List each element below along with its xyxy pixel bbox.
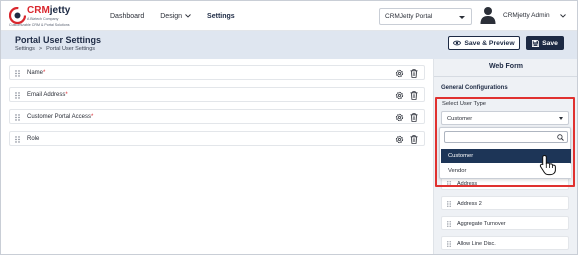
save-button-label: Save bbox=[542, 39, 558, 47]
logo-mark-icon bbox=[9, 7, 26, 24]
panel-card-allow-line-disc[interactable]: Allow Line Disc. bbox=[441, 236, 569, 250]
logo-subtitle: A Biztech Company bbox=[27, 17, 59, 21]
field-row-role[interactable]: Role bbox=[9, 131, 425, 146]
field-label: Role bbox=[27, 136, 40, 142]
nav-settings-label: Settings bbox=[207, 12, 235, 20]
nav-dashboard[interactable]: Dashboard bbox=[110, 1, 144, 31]
user-avatar-icon[interactable] bbox=[480, 6, 496, 24]
drag-handle-icon[interactable] bbox=[15, 70, 20, 77]
breadcrumb: Settings > Portal User Settings bbox=[15, 46, 95, 52]
trash-icon[interactable] bbox=[410, 113, 418, 122]
app-window: CRMjetty A Biztech Company Customizable … bbox=[0, 0, 578, 255]
nav-settings[interactable]: Settings bbox=[207, 1, 235, 31]
drag-handle-icon[interactable] bbox=[447, 221, 451, 227]
field-row-email[interactable]: Email Address* bbox=[9, 87, 425, 102]
panel-divider bbox=[434, 76, 577, 77]
chevron-down-icon[interactable] bbox=[560, 14, 566, 18]
portal-select-value: CRMJetty Portal bbox=[385, 13, 433, 20]
save-and-preview-button[interactable]: Save & Preview bbox=[448, 36, 520, 50]
gear-icon[interactable] bbox=[395, 135, 404, 144]
save-icon bbox=[532, 39, 540, 47]
nav-dashboard-label: Dashboard bbox=[110, 12, 145, 20]
panel-card-label: Address 2 bbox=[457, 201, 482, 207]
user-name[interactable]: CRMjetty Admin bbox=[503, 12, 550, 19]
save-and-preview-label: Save & Preview bbox=[464, 39, 515, 47]
drag-handle-icon[interactable] bbox=[447, 241, 451, 247]
caret-down-icon bbox=[459, 16, 465, 19]
field-label: Email Address* bbox=[27, 92, 68, 98]
general-configurations-heading: General Configurations bbox=[441, 85, 508, 91]
logo-text: CRMjetty bbox=[27, 5, 71, 16]
eye-icon bbox=[453, 40, 462, 46]
panel-card-label: Allow Line Disc. bbox=[457, 241, 496, 247]
logo-tagline: Customizable CRM & Portal Solutions bbox=[9, 23, 70, 27]
nav-design[interactable]: Design bbox=[160, 1, 191, 31]
portal-select[interactable]: CRMJetty Portal bbox=[379, 8, 472, 25]
panel-card-label: Aggregate Turnover bbox=[457, 221, 506, 227]
top-navigation-bar: CRMjetty A Biztech Company Customizable … bbox=[1, 1, 577, 31]
gear-icon[interactable] bbox=[395, 113, 404, 122]
trash-icon[interactable] bbox=[410, 69, 418, 78]
breadcrumb-settings[interactable]: Settings bbox=[15, 46, 35, 52]
drag-handle-icon[interactable] bbox=[15, 114, 20, 121]
crmjetty-logo[interactable]: CRMjetty A Biztech Company Customizable … bbox=[9, 4, 81, 28]
trash-icon[interactable] bbox=[410, 135, 418, 144]
gear-icon[interactable] bbox=[395, 91, 404, 100]
save-button[interactable]: Save bbox=[526, 36, 564, 50]
field-label: Name* bbox=[27, 70, 46, 76]
main-nav: Dashboard Design Settings bbox=[110, 1, 251, 31]
panel-title: Web Form bbox=[488, 63, 524, 70]
chevron-down-icon bbox=[185, 14, 191, 18]
field-row-customer-portal-access[interactable]: Customer Portal Access* bbox=[9, 109, 425, 124]
panel-card-aggregate-turnover[interactable]: Aggregate Turnover bbox=[441, 216, 569, 230]
page-title: Portal User Settings bbox=[15, 35, 102, 45]
field-label: Customer Portal Access* bbox=[27, 114, 94, 120]
trash-icon[interactable] bbox=[410, 91, 418, 100]
breadcrumb-current: Portal User Settings bbox=[46, 46, 96, 52]
field-row-name[interactable]: Name* bbox=[9, 65, 425, 80]
gear-icon[interactable] bbox=[395, 69, 404, 78]
drag-handle-icon[interactable] bbox=[15, 136, 20, 143]
drag-handle-icon[interactable] bbox=[447, 201, 451, 207]
hand-cursor-icon bbox=[539, 154, 556, 176]
breadcrumb-separator: > bbox=[38, 46, 43, 52]
nav-design-label: Design bbox=[160, 12, 183, 20]
panel-card-address-2[interactable]: Address 2 bbox=[441, 196, 569, 210]
drag-handle-icon[interactable] bbox=[15, 92, 20, 99]
